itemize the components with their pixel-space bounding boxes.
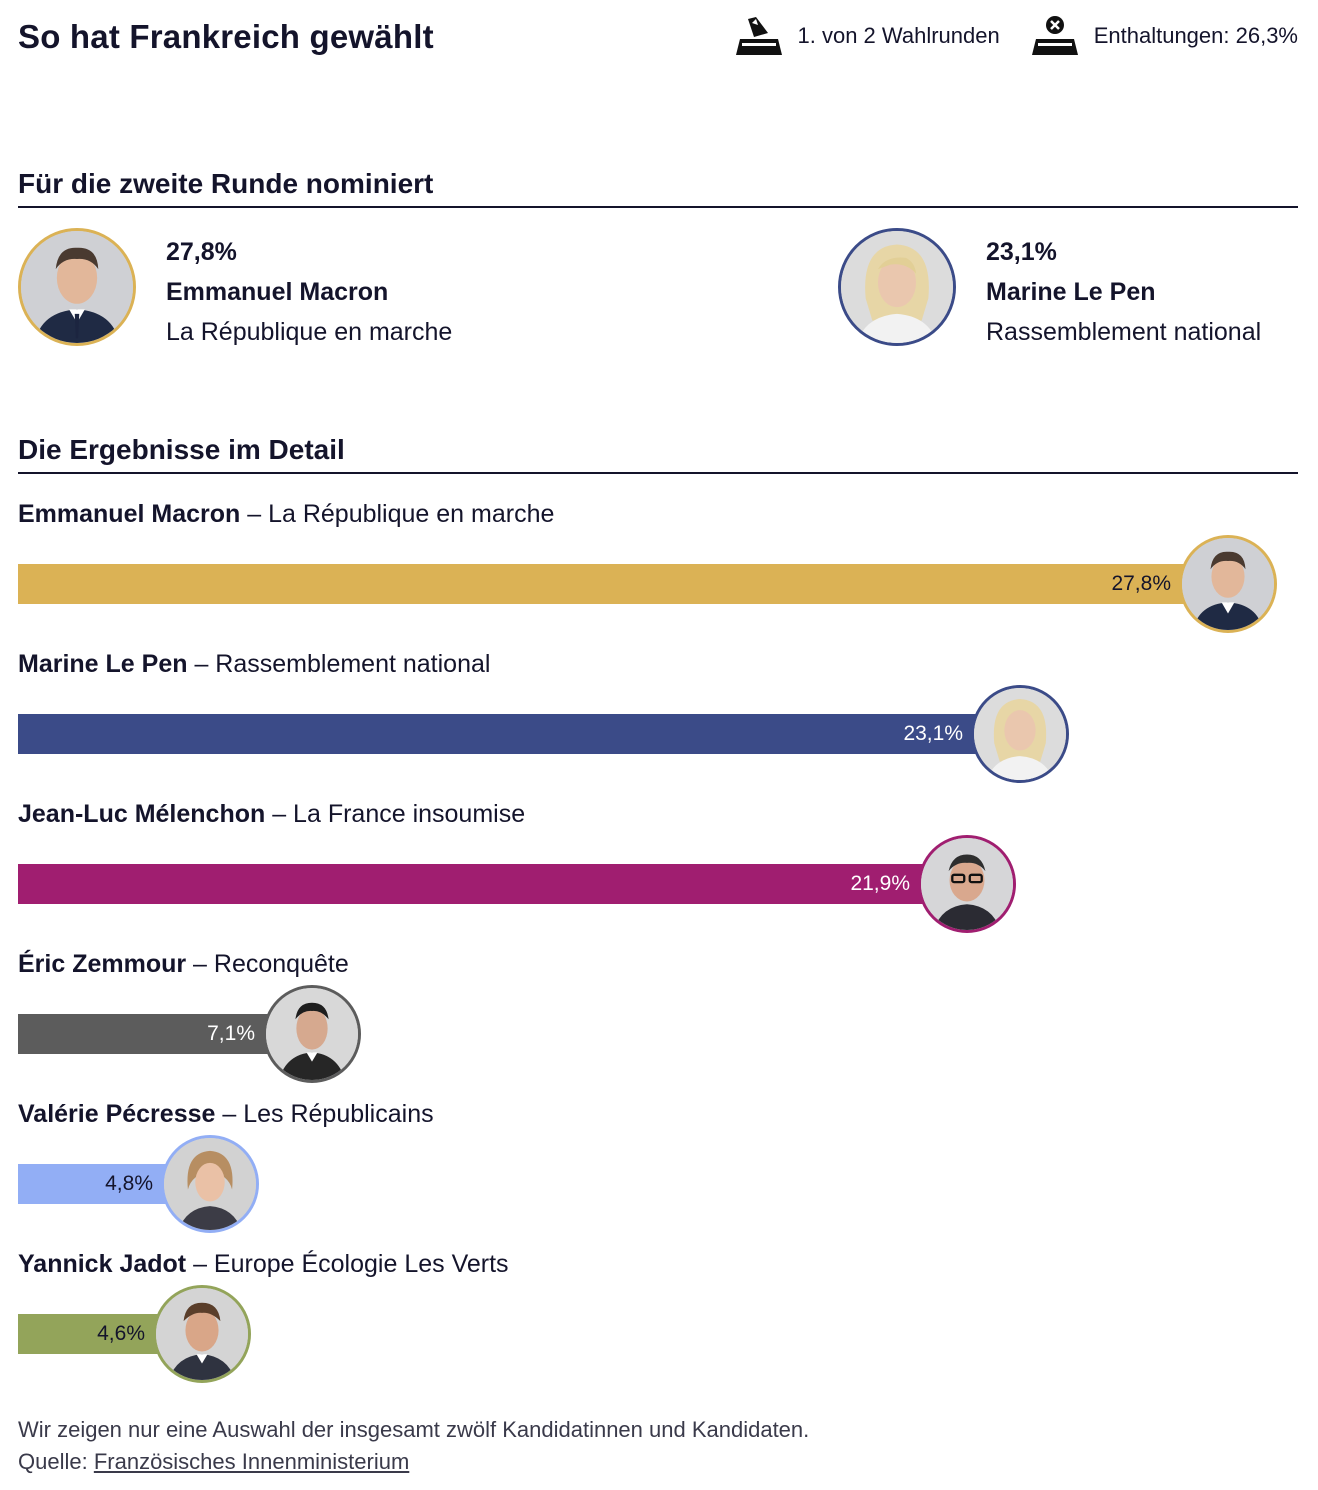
bar-value-label: 4,8% [105,1172,153,1195]
avatar [838,228,956,346]
portrait-icon [21,231,133,343]
candidate-name: Emmanuel Macron [18,500,241,528]
finalists-divider [18,206,1298,208]
finalist-percentage: 27,8% [166,238,237,266]
candidate-avatar [263,985,361,1083]
finalist-percentage: 23,1% [986,238,1057,266]
finalist-info: 23,1% Marine Le Pen Rassemblement nation… [986,232,1261,352]
bar-value-label: 21,9% [850,872,910,895]
bar-label: Marine Le Pen – Rassemblement national [18,650,490,679]
bar-label: Emmanuel Macron – La République en march… [18,500,554,529]
round-text: 1. von 2 Wahlrunden [797,23,1000,48]
party-name: – La France insoumise [265,800,526,828]
portrait-icon [266,988,358,1080]
candidate-name: Marine Le Pen [18,650,188,678]
candidate-avatar [918,835,1016,933]
bar-label: Valérie Pécresse – Les Républicains [18,1100,434,1129]
finalist-info: 27,8% Emmanuel Macron La République en m… [166,232,452,352]
party-name: – Reconquête [186,950,349,978]
bar-value-label: 7,1% [207,1022,255,1045]
bar-value-label: 4,6% [97,1322,145,1345]
portrait-icon [156,1288,248,1380]
ballot-box-cross-icon [1031,16,1078,55]
finalist-party: Rassemblement national [986,318,1262,346]
header-meta: 1. von 2 Wahlrunden Enthaltungen: 26,3% [704,8,1298,64]
finalist-name: Marine Le Pen [986,278,1156,306]
bar-label: Éric Zemmour – Reconquête [18,950,349,979]
candidate-name: Éric Zemmour [18,950,187,978]
party-name: – Rassemblement national [187,650,491,678]
avatar [18,228,136,346]
source-prefix: Quelle: [18,1449,94,1474]
abstention-indicator: Enthaltungen: 26,3% [1030,15,1298,57]
portrait-icon [1182,538,1274,630]
page-title: So hat Frankreich gewählt [18,18,434,55]
finalist-le-pen: 23,1% Marine Le Pen Rassemblement nation… [838,228,1298,348]
portrait-icon [974,688,1066,780]
bar-label: Yannick Jadot – Europe Écologie Les Vert… [18,1250,509,1279]
candidate-name: Yannick Jadot [18,1250,187,1278]
candidate-name: Valérie Pécresse [18,1100,216,1128]
party-name: – Les Républicains [215,1100,434,1128]
footnote: Wir zeigen nur eine Auswahl der insgesam… [18,1414,809,1478]
candidate-avatar [153,1285,251,1383]
finalist-name: Emmanuel Macron [166,278,389,306]
finalists-title: Für die zweite Runde nominiert [18,168,434,199]
bar-value-label: 23,1% [903,722,963,745]
candidate-avatar [1179,535,1277,633]
party-name: – La République en marche [240,500,555,528]
abstention-text: Enthaltungen: 26,3% [1093,23,1298,48]
header: So hat Frankreich gewählt 1. von 2 Wahlr… [18,0,1298,80]
portrait-icon [164,1138,256,1230]
portrait-icon [841,231,953,343]
details-divider [18,472,1298,474]
finalist-party: La République en marche [166,318,453,346]
party-name: – Europe Écologie Les Verts [186,1250,509,1278]
source-line: Quelle: Französisches Innenministerium [18,1446,809,1478]
portrait-icon [921,838,1013,930]
candidate-name: Jean-Luc Mélenchon [18,800,266,828]
details-title: Die Ergebnisse im Detail [18,434,345,465]
bar-label: Jean-Luc Mélenchon – La France insoumise [18,800,525,829]
ballot-box-icon [735,17,782,55]
source-link[interactable]: Französisches Innenministerium [94,1449,409,1474]
round-indicator: 1. von 2 Wahlrunden [734,15,1000,57]
finalist-macron: 27,8% Emmanuel Macron La République en m… [18,228,578,348]
candidate-avatar [161,1135,259,1233]
candidate-avatar [971,685,1069,783]
selection-note: Wir zeigen nur eine Auswahl der insgesam… [18,1417,810,1442]
bar-value-label: 27,8% [1111,572,1171,595]
